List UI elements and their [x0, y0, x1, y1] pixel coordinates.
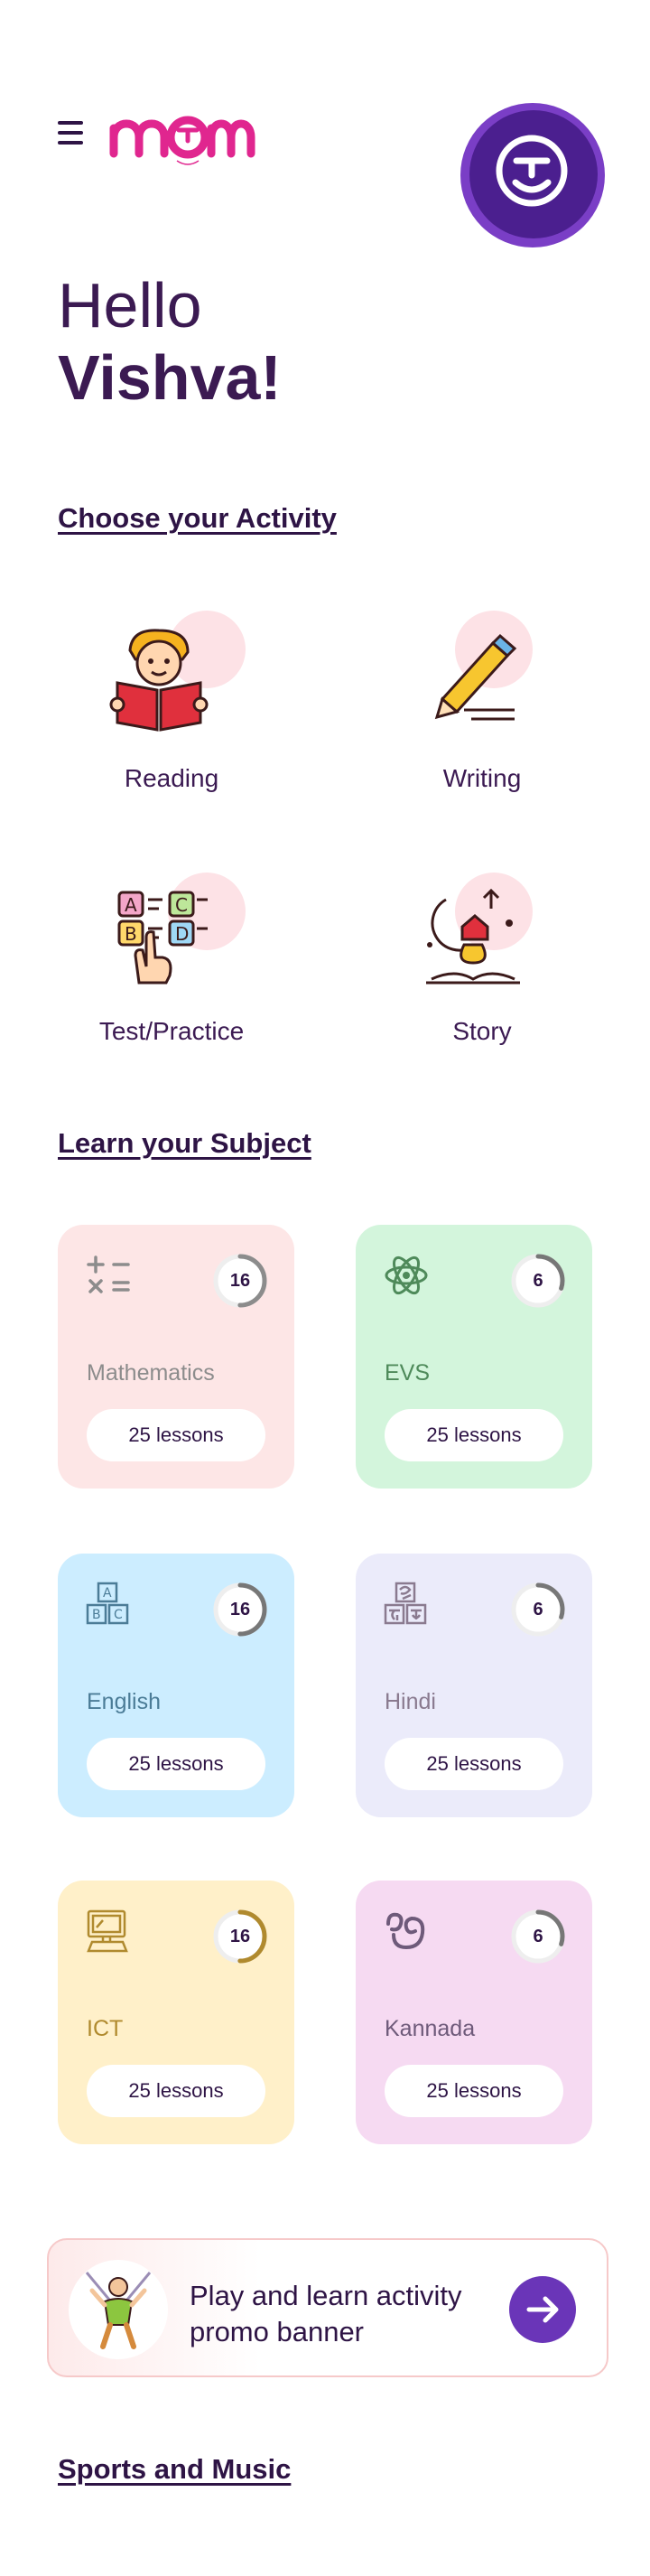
- activity-section-title[interactable]: Choose your Activity: [58, 502, 337, 535]
- profile-avatar[interactable]: [460, 103, 605, 247]
- svg-text:D: D: [175, 923, 189, 945]
- svg-text:C: C: [175, 894, 188, 916]
- activity-writing[interactable]: Writing: [365, 596, 599, 804]
- subject-card-hindi[interactable]: 6 Hindi 25 lessons: [356, 1554, 592, 1817]
- subject-card-kannada[interactable]: 6 Kannada 25 lessons: [356, 1881, 592, 2144]
- activity-reading[interactable]: Reading: [54, 596, 289, 804]
- subject-name: English: [87, 1689, 161, 1714]
- gymnast-icon: [85, 2272, 152, 2349]
- menu-icon[interactable]: [58, 121, 83, 145]
- svg-text:B: B: [92, 1608, 101, 1622]
- lesson-count: 16: [229, 1927, 251, 1946]
- greeting-name: Vishva!: [58, 342, 282, 413]
- svg-text:B: B: [125, 923, 137, 945]
- computer-icon: [87, 1909, 128, 1953]
- lesson-count: 6: [533, 1271, 543, 1291]
- lessons-button[interactable]: 25 lessons: [385, 1409, 563, 1461]
- sports-section-title[interactable]: Sports and Music: [58, 2453, 291, 2486]
- activity-label-story: Story: [452, 1017, 512, 1045]
- promo-thumbnail: [69, 2260, 168, 2359]
- activity-test-practice[interactable]: A C B D Test/Practice: [54, 858, 289, 1066]
- subject-card-evs[interactable]: 6 EVS 25 lessons: [356, 1225, 592, 1489]
- story-book-icon: [426, 888, 520, 985]
- subject-card-english[interactable]: ABC 16 English 25 lessons: [58, 1554, 294, 1817]
- promo-text: Play and learn activity promo banner: [190, 2280, 462, 2347]
- svg-text:C: C: [114, 1608, 123, 1622]
- abcd-blocks-icon: A C B D: [117, 891, 208, 985]
- svg-text:A: A: [103, 1586, 112, 1601]
- subject-name: Kannada: [385, 2016, 476, 2041]
- promo-arrow-button[interactable]: [509, 2276, 576, 2343]
- smiley-logo-icon: [496, 135, 568, 207]
- lesson-count: 6: [533, 1927, 543, 1946]
- subject-name: EVS: [385, 1360, 431, 1386]
- activity-story[interactable]: Story: [365, 858, 599, 1066]
- kannada-letter-icon: [386, 1912, 425, 1950]
- atom-icon: [385, 1255, 428, 1295]
- greeting-hello: Hello: [58, 270, 202, 341]
- subject-card-ict[interactable]: 16 ICT 25 lessons: [58, 1881, 294, 2144]
- subject-card-mathematics[interactable]: 16 Mathematics 25 lessons: [58, 1225, 294, 1489]
- subject-name: ICT: [87, 2016, 124, 2041]
- abc-blocks-icon: AB C: [86, 1582, 129, 1625]
- activity-label-test-practice: Test/Practice: [98, 1017, 245, 1045]
- lesson-count: 16: [229, 1600, 251, 1619]
- lesson-count: 16: [229, 1271, 251, 1291]
- svg-text:A: A: [125, 894, 137, 916]
- math-symbols-icon: [87, 1255, 130, 1293]
- mom-logo: [109, 116, 255, 165]
- reading-boy-icon: [109, 629, 209, 732]
- lessons-button[interactable]: 25 lessons: [385, 2065, 563, 2117]
- activity-label-reading: Reading: [124, 764, 219, 792]
- pencil-icon: [434, 633, 517, 721]
- lessons-button[interactable]: 25 lessons: [87, 1409, 265, 1461]
- hindi-letters-icon: [384, 1582, 427, 1625]
- lessons-button[interactable]: 25 lessons: [87, 2065, 265, 2117]
- subject-section-title[interactable]: Learn your Subject: [58, 1127, 311, 1160]
- promo-banner[interactable]: Play and learn activity promo banner: [47, 2238, 608, 2377]
- subject-name: Mathematics: [87, 1360, 215, 1386]
- lessons-button[interactable]: 25 lessons: [385, 1738, 563, 1790]
- lessons-button[interactable]: 25 lessons: [87, 1738, 265, 1790]
- activity-label-writing: Writing: [442, 764, 522, 792]
- subject-name: Hindi: [385, 1689, 436, 1714]
- arrow-right-icon: [526, 2296, 559, 2323]
- lesson-count: 6: [533, 1600, 543, 1619]
